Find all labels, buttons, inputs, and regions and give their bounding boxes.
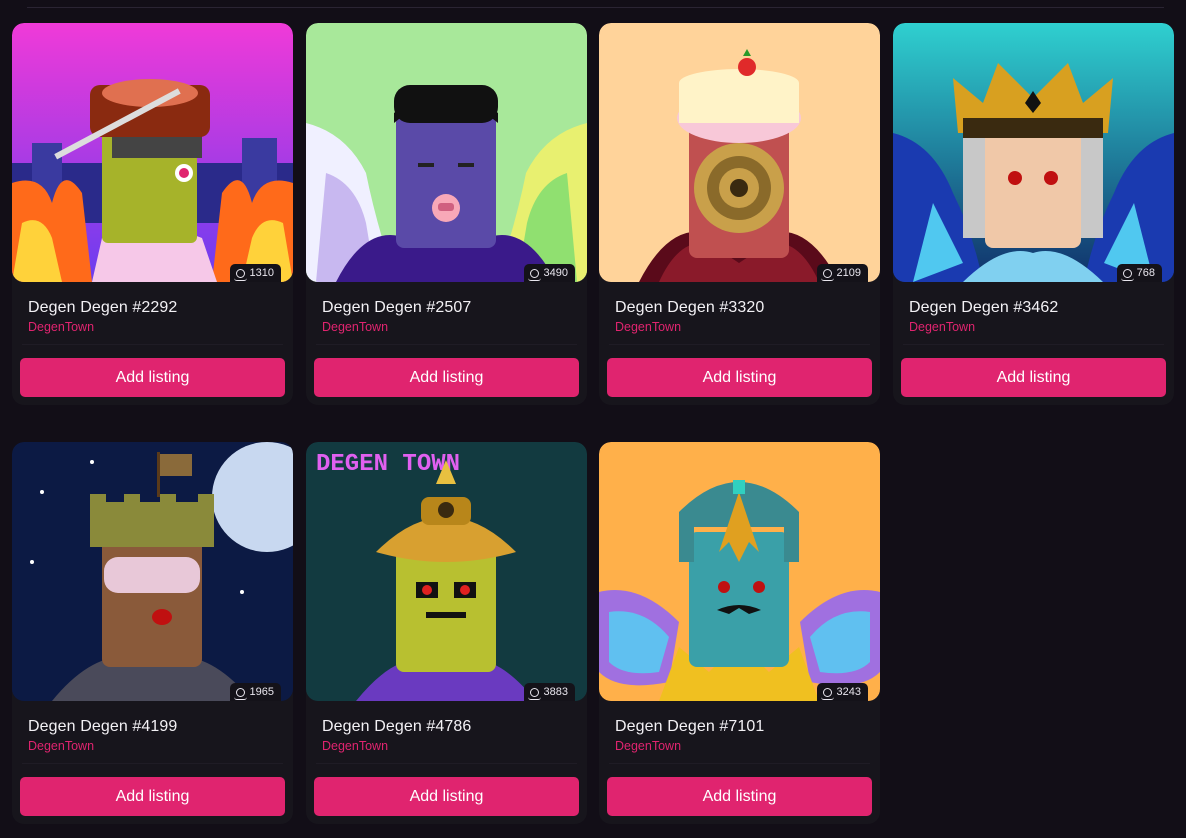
nft-name[interactable]: Degen Degen #4786 [322,718,471,736]
rarity-rank-badge: 768 [1116,264,1162,282]
nft-name[interactable]: Degen Degen #4199 [28,718,177,736]
rarity-rank-badge: 2109 [816,264,868,282]
add-listing-button[interactable]: Add listing [314,777,579,816]
add-listing-button[interactable]: Add listing [20,777,285,816]
card-divider [316,344,577,345]
nft-name[interactable]: Degen Degen #7101 [615,718,764,736]
rarity-rank-badge: 1965 [229,683,281,701]
rarity-icon [820,268,834,281]
avatar-art [893,23,1174,282]
neon-sign-text: DEGEN TOWN [316,451,460,478]
add-listing-button[interactable]: Add listing [314,358,579,397]
card-divider [903,344,1164,345]
nft-image[interactable]: 1965 [12,442,293,701]
rarity-icon [233,268,247,281]
nft-image[interactable]: 2109 [599,23,880,282]
add-listing-button[interactable]: Add listing [607,358,872,397]
nft-image[interactable]: 768 [893,23,1174,282]
card-divider [22,763,283,764]
nft-card[interactable]: 1965 Degen Degen #4199 DegenTown Add lis… [12,442,293,824]
card-divider [609,763,870,764]
nft-card[interactable]: 3243 Degen Degen #7101 DegenTown Add lis… [599,442,880,824]
rarity-icon [233,687,247,700]
nft-name[interactable]: Degen Degen #3462 [909,299,1058,317]
collection-link[interactable]: DegenTown [322,320,388,334]
add-listing-button[interactable]: Add listing [20,358,285,397]
nft-image[interactable]: 3490 [306,23,587,282]
rarity-rank-badge: 3243 [816,683,868,701]
avatar-art [12,23,293,282]
nft-card[interactable]: 768 Degen Degen #3462 DegenTown Add list… [893,23,1174,405]
collection-link[interactable]: DegenTown [322,739,388,753]
collection-link[interactable]: DegenTown [615,320,681,334]
collection-link[interactable]: DegenTown [909,320,975,334]
nft-card[interactable]: DEGEN TOWN 3883 Degen Degen #4786 DegenT… [306,442,587,824]
nft-image[interactable]: 3243 [599,442,880,701]
nft-card[interactable]: 3490 Degen Degen #2507 DegenTown Add lis… [306,23,587,405]
nft-image[interactable]: 1310 [12,23,293,282]
top-divider [27,7,1164,8]
avatar-art [599,442,880,701]
card-divider [609,344,870,345]
nft-name[interactable]: Degen Degen #2507 [322,299,471,317]
avatar-art: DEGEN TOWN [306,442,587,701]
rarity-rank-badge: 3490 [523,264,575,282]
nft-name[interactable]: Degen Degen #3320 [615,299,764,317]
nft-card[interactable]: 2109 Degen Degen #3320 DegenTown Add lis… [599,23,880,405]
card-divider [316,763,577,764]
collection-link[interactable]: DegenTown [28,739,94,753]
nft-name[interactable]: Degen Degen #2292 [28,299,177,317]
rarity-icon [820,687,834,700]
nft-image[interactable]: DEGEN TOWN 3883 [306,442,587,701]
collection-link[interactable]: DegenTown [28,320,94,334]
card-divider [22,344,283,345]
add-listing-button[interactable]: Add listing [607,777,872,816]
avatar-art [599,23,880,282]
add-listing-button[interactable]: Add listing [901,358,1166,397]
rarity-icon [527,268,541,281]
nft-card[interactable]: 1310 Degen Degen #2292 DegenTown Add lis… [12,23,293,405]
collection-link[interactable]: DegenTown [615,739,681,753]
avatar-art [12,442,293,701]
rarity-rank-badge: 3883 [523,683,575,701]
rarity-icon [1120,268,1134,281]
rarity-rank-badge: 1310 [229,264,281,282]
avatar-art [306,23,587,282]
rarity-icon [527,687,541,700]
